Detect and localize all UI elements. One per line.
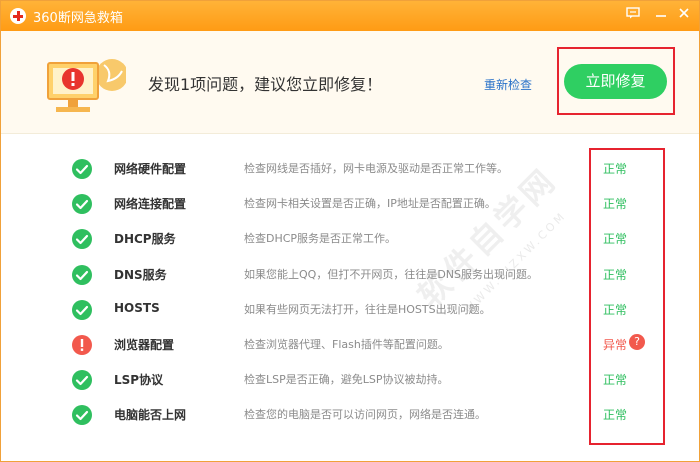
- check-item-name: 电脑能否上网: [114, 408, 187, 423]
- title-bar: 360断网急救箱: [1, 1, 699, 31]
- check-circle-icon: [72, 299, 92, 320]
- first-aid-icon: [10, 8, 26, 24]
- check-item-description: 检查LSP是否正确，避免LSP协议被劫持。: [244, 373, 449, 387]
- app-window: 360断网急救箱 发现1项问题，建议您立即修复！ 重新检查 立即修复 软件自学网…: [0, 0, 700, 462]
- result-headline: 发现1项问题，建议您立即修复！: [148, 75, 383, 94]
- check-item-name: LSP协议: [114, 373, 164, 388]
- rescan-link[interactable]: 重新检查: [484, 76, 532, 93]
- check-circle-icon: [72, 159, 92, 179]
- fix-now-button[interactable]: 立即修复: [564, 64, 667, 99]
- window-title: 360断网急救箱: [33, 11, 123, 26]
- feedback-icon[interactable]: [623, 6, 643, 26]
- check-item-description: 检查浏览器代理、Flash插件等配置问题。: [244, 338, 449, 351]
- check-item-name: 网络连接配置: [114, 197, 187, 212]
- status-column-highlight: [589, 148, 665, 445]
- check-item-description: 检查DHCP服务是否正常工作。: [244, 232, 397, 246]
- check-item-description: 检查网卡相关设置是否正确，IP地址是否配置正确。: [244, 197, 496, 211]
- check-circle-icon: [72, 405, 92, 426]
- check-item-description: 检查您的电脑是否可以访问网页，网络是否连通。: [244, 408, 486, 422]
- check-item-description: 如果有些网页无法打开，往往是HOSTS出现问题。: [244, 302, 491, 316]
- check-circle-icon: [72, 194, 92, 215]
- check-item-description: 如果您能上QQ，但打不开网页，往往是DNS服务出现问题。: [244, 267, 538, 281]
- check-item-description: 检查网线是否插好，网卡电源及驱动是否正常工作等。: [244, 162, 508, 175]
- monitor-warning-icon: [47, 59, 126, 112]
- check-circle-icon: [72, 229, 92, 250]
- minimize-icon[interactable]: [651, 6, 671, 26]
- warning-circle-icon: [72, 335, 92, 355]
- check-circle-icon: [72, 370, 92, 391]
- check-item-name: HOSTS: [114, 300, 160, 315]
- close-icon[interactable]: [674, 6, 694, 26]
- check-circle-icon: [72, 264, 92, 285]
- check-item-name: 浏览器配置: [114, 338, 175, 352]
- check-item-name: 网络硬件配置: [114, 162, 187, 176]
- check-item-name: DHCP服务: [114, 232, 176, 247]
- check-item-name: DNS服务: [114, 267, 167, 282]
